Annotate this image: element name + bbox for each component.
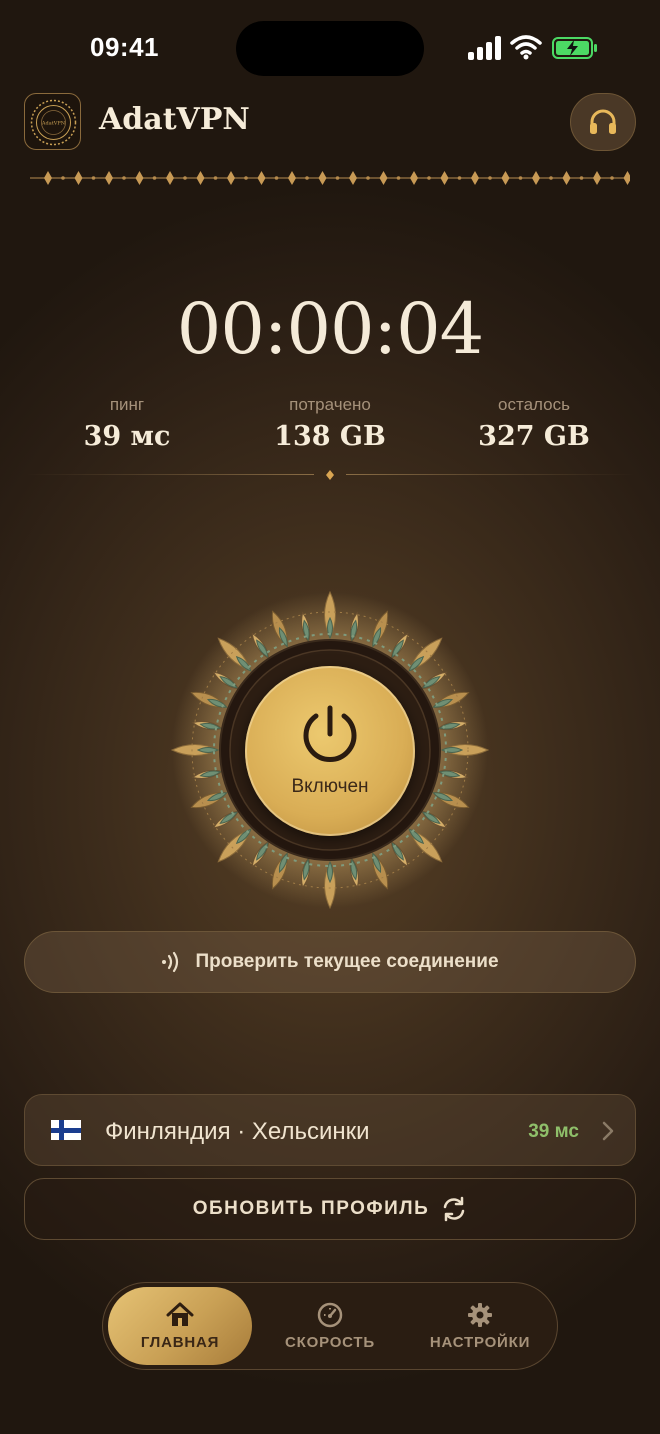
stat-remaining: осталось 327 GB bbox=[434, 395, 634, 452]
stat-value: 327 GB bbox=[478, 421, 590, 452]
signal-waves-icon bbox=[162, 951, 179, 973]
bottom-tab-bar: ГЛАВНАЯ СКОРОСТЬ НАСТРОЙКИ bbox=[102, 1282, 558, 1370]
tab-label: ГЛАВНАЯ bbox=[140, 1333, 220, 1351]
app-title: AdatVPN bbox=[99, 102, 250, 137]
support-button[interactable] bbox=[570, 93, 636, 151]
finland-flag-icon bbox=[51, 1120, 81, 1140]
refresh-profile-label: ОБНОВИТЬ ПРОФИЛЬ bbox=[192, 1198, 430, 1219]
stat-value: 39 мс bbox=[83, 421, 171, 452]
cellular-signal-icon bbox=[468, 36, 502, 60]
tab-speed[interactable]: СКОРОСТЬ bbox=[255, 1287, 405, 1365]
power-state-label: Включен bbox=[291, 776, 369, 797]
refresh-icon bbox=[444, 1196, 465, 1222]
stat-used: потрачено 138 GB bbox=[230, 395, 430, 452]
tab-home[interactable]: ГЛАВНАЯ bbox=[108, 1287, 252, 1365]
tab-label: СКОРОСТЬ bbox=[285, 1333, 375, 1351]
check-connection-label: Проверить текущее соединение bbox=[195, 951, 499, 972]
wifi-icon bbox=[510, 35, 542, 60]
ornament-divider bbox=[30, 171, 630, 185]
chevron-right-icon bbox=[602, 1121, 614, 1141]
home-icon bbox=[166, 1302, 194, 1326]
server-selector[interactable]: Финляндия · Хельсинки 39 мс bbox=[24, 1094, 636, 1166]
app-logo: AdatVPN bbox=[24, 93, 81, 150]
dynamic-island bbox=[236, 21, 424, 76]
session-timer: 00:00:04 bbox=[176, 288, 484, 370]
stats-divider bbox=[24, 470, 636, 480]
stat-ping: пинг 39 мс bbox=[27, 395, 227, 452]
check-connection-button[interactable]: Проверить текущее соединение bbox=[24, 931, 636, 993]
power-icon bbox=[303, 705, 357, 762]
svg-text:AdatVPN: AdatVPN bbox=[41, 121, 66, 127]
refresh-profile-button[interactable]: ОБНОВИТЬ ПРОФИЛЬ bbox=[24, 1178, 636, 1240]
headphones-icon bbox=[590, 109, 616, 134]
gear-icon bbox=[468, 1302, 492, 1327]
tab-label: НАСТРОЙКИ bbox=[429, 1333, 531, 1351]
server-ping: 39 мс bbox=[528, 1121, 579, 1142]
stat-label: осталось bbox=[498, 395, 570, 414]
tab-settings[interactable]: НАСТРОЙКИ bbox=[405, 1287, 555, 1365]
speedometer-icon bbox=[317, 1302, 343, 1327]
stat-label: потрачено bbox=[289, 395, 371, 414]
status-time: 09:41 bbox=[90, 32, 159, 62]
stat-label: пинг bbox=[109, 395, 145, 414]
stat-value: 138 GB bbox=[274, 421, 386, 452]
server-location: Финляндия · Хельсинки bbox=[105, 1118, 370, 1145]
battery-charging-icon bbox=[552, 37, 597, 59]
